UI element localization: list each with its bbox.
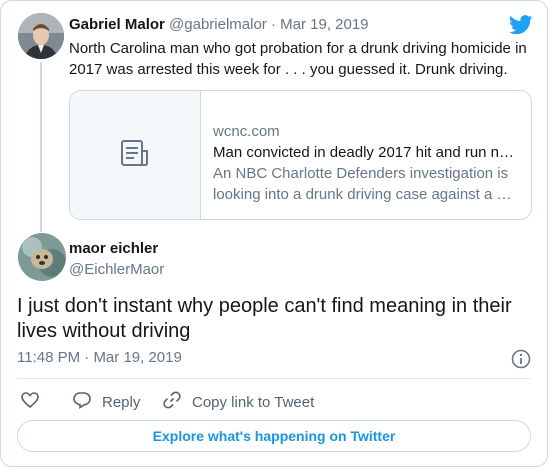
gabriel-malor-avatar[interactable]	[18, 13, 64, 59]
copy-link-action[interactable]: Copy link to Tweet	[162, 390, 314, 414]
quoted-tweet-date[interactable]: Mar 19, 2019	[280, 16, 368, 33]
main-author-handle[interactable]: @EichlerMaor	[69, 259, 164, 280]
explore-twitter-button[interactable]: Explore what's happening on Twitter	[17, 420, 531, 452]
header-separator: ·	[270, 16, 276, 33]
heart-icon	[20, 390, 40, 414]
divider	[17, 378, 531, 379]
quoted-author-handle[interactable]: @gabrielmalor	[169, 16, 267, 33]
quoted-author-name[interactable]: Gabriel Malor	[69, 16, 165, 33]
maor-eichler-avatar[interactable]	[18, 233, 66, 281]
main-tweet-timestamp[interactable]: 11:48 PM · Mar 19, 2019	[17, 349, 182, 366]
link-domain: wcnc.com	[213, 123, 280, 140]
tweet-date: Mar 19, 2019	[93, 349, 182, 366]
main-tweet-text: I just don't instant why people can't fi…	[17, 294, 512, 344]
quoted-tweet-header: Gabriel Malor @gabrielmalor · Mar 19, 20…	[69, 16, 369, 33]
reply-icon	[72, 390, 92, 414]
quoted-tweet-text-line1: North Carolina man who got probation for…	[69, 40, 527, 57]
main-tweet-author: maor eichler @EichlerMaor	[69, 238, 164, 280]
twitter-bird-icon[interactable]	[509, 15, 533, 35]
like-action[interactable]	[20, 390, 40, 414]
timestamp-separator: ·	[84, 349, 90, 366]
info-icon[interactable]	[511, 349, 531, 369]
reply-label: Reply	[102, 393, 141, 411]
copy-link-label: Copy link to Tweet	[192, 393, 315, 411]
thread-line	[40, 62, 42, 232]
main-tweet-text-line2: lives without driving	[17, 320, 191, 342]
link-preview-card[interactable]: wcnc.com Man convicted in deadly 2017 hi…	[69, 90, 532, 220]
quoted-tweet-text-line2: 2017 was arrested this week for . . . yo…	[69, 61, 508, 78]
link-description-line1: An NBC Charlotte Defenders investigation…	[213, 165, 509, 182]
main-author-name[interactable]: maor eichler	[69, 238, 164, 259]
link-title: Man convicted in deadly 2017 hit and run…	[213, 144, 515, 161]
link-icon	[162, 390, 182, 414]
article-icon	[120, 139, 150, 172]
tweet-time: 11:48 PM	[17, 349, 81, 366]
quoted-tweet-text: North Carolina man who got probation for…	[69, 38, 527, 80]
main-tweet-text-line1: I just don't instant why people can't fi…	[17, 295, 512, 317]
link-card-body: wcnc.com Man convicted in deadly 2017 hi…	[201, 91, 531, 219]
reply-action[interactable]: Reply	[72, 390, 140, 414]
link-thumbnail	[70, 91, 201, 219]
link-description-line2: looking into a drunk driving case agains…	[213, 186, 512, 203]
